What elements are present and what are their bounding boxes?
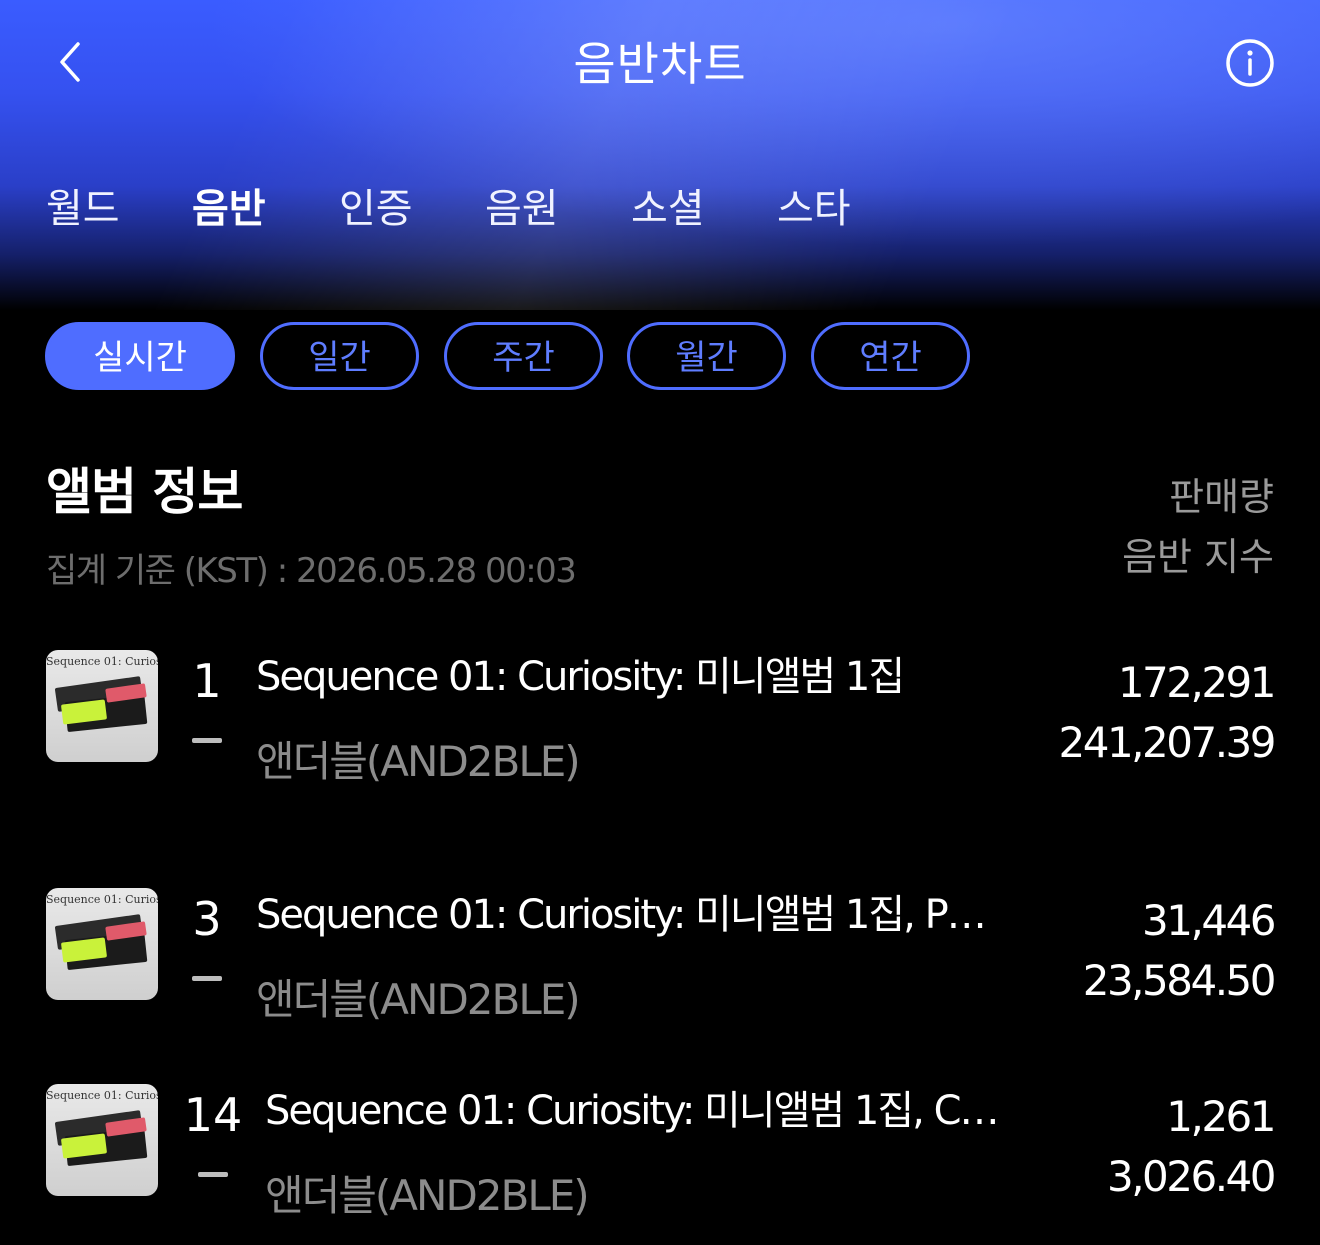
page-title: 음반차트 xyxy=(573,37,747,91)
artist-name: 앤더블(AND2BLE) xyxy=(256,737,581,786)
sales-count: 1,261 xyxy=(1166,1092,1276,1141)
tab-world[interactable]: 월드 xyxy=(46,176,120,234)
section-title: 앨범 정보 xyxy=(46,463,243,521)
period-monthly-button[interactable]: 월간 xyxy=(627,322,786,390)
info-circle-icon xyxy=(1226,39,1274,87)
info-button[interactable] xyxy=(1224,37,1276,89)
rank-number: 1 xyxy=(192,654,222,708)
aggregation-basis: 집계 기준 (KST) : 2026.05.28 00:03 xyxy=(46,551,577,591)
album-cover: Sequence 01: Curiosity xyxy=(46,888,158,1000)
rank-unchanged-icon xyxy=(198,1172,228,1177)
album-row[interactable]: Sequence 01: Curiosity 3 Sequence 01: Cu… xyxy=(0,888,1320,1038)
period-weekly-button[interactable]: 주간 xyxy=(444,322,603,390)
tab-star[interactable]: 스타 xyxy=(777,176,851,234)
period-yearly-button[interactable]: 연간 xyxy=(811,322,970,390)
tab-music[interactable]: 음원 xyxy=(485,176,559,234)
album-cover: Sequence 01: Curiosity xyxy=(46,1084,158,1196)
category-tabs: 월드 음반 인증 음원 소셜 스타 xyxy=(0,176,1320,236)
rank-unchanged-icon xyxy=(192,976,222,981)
album-cover-caption: Sequence 01: Curiosity xyxy=(46,893,158,906)
tab-social[interactable]: 소셜 xyxy=(631,176,705,234)
tab-album[interactable]: 음반 xyxy=(192,176,266,234)
album-title: Sequence 01: Curiosity: 미니앨범 1집 xyxy=(256,654,905,700)
album-cover: Sequence 01: Curiosity xyxy=(46,650,158,762)
rank-number: 14 xyxy=(183,1088,243,1142)
sales-count: 31,446 xyxy=(1142,896,1276,945)
album-cover-caption: Sequence 01: Curiosity xyxy=(46,655,158,668)
sales-count: 172,291 xyxy=(1117,658,1277,707)
rank-unchanged-icon xyxy=(192,738,222,743)
artist-name: 앤더블(AND2BLE) xyxy=(256,975,581,1024)
album-index: 23,584.50 xyxy=(1082,956,1277,1005)
tab-certification[interactable]: 인증 xyxy=(339,176,413,234)
album-title: Sequence 01: Curiosity: 미니앨범 1집, P… xyxy=(256,892,987,938)
album-cover-caption: Sequence 01: Curiosity xyxy=(46,1089,158,1102)
artist-name: 앤더블(AND2BLE) xyxy=(265,1171,590,1220)
rank-number: 3 xyxy=(192,892,222,946)
album-index: 241,207.39 xyxy=(1058,718,1277,767)
period-daily-button[interactable]: 일간 xyxy=(260,322,419,390)
column-header-index: 음반 지수 xyxy=(1122,535,1274,579)
column-header-sales: 판매량 xyxy=(1169,475,1274,519)
album-index: 3,026.40 xyxy=(1106,1152,1277,1201)
album-title: Sequence 01: Curiosity: 미니앨범 1집, C… xyxy=(265,1088,1000,1134)
period-realtime-button[interactable]: 실시간 xyxy=(45,322,235,390)
album-row[interactable]: Sequence 01: Curiosity 1 Sequence 01: Cu… xyxy=(0,650,1320,800)
album-row[interactable]: Sequence 01: Curiosity 14 Sequence 01: C… xyxy=(0,1084,1320,1234)
